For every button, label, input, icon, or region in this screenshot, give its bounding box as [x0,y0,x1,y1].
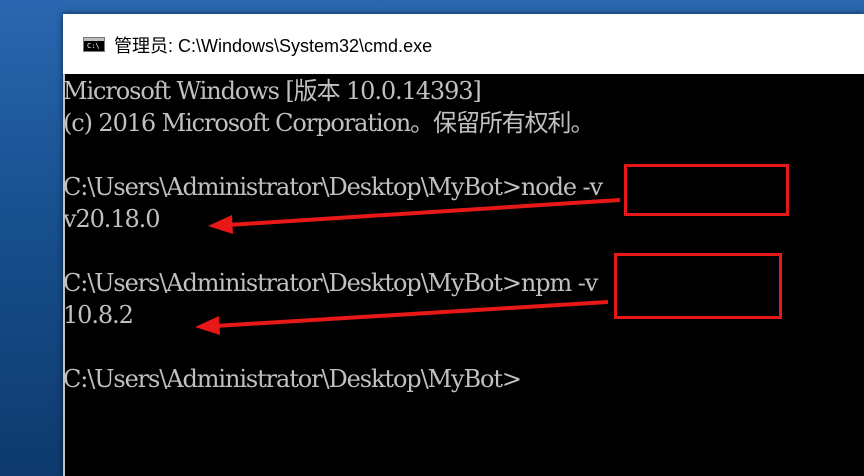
console-line-npm-output: 10.8.2 [63,301,134,329]
cmd-icon-text: C:\ [87,42,100,50]
console-line-copyright: (c) 2016 Microsoft Corporation。保留所有权利。 [63,109,594,137]
highlight-node-command [624,164,789,216]
highlight-npm-command [614,253,782,319]
cmd-icon: C:\ [83,37,105,52]
console-line-version: Microsoft Windows [版本 10.0.14393] [63,77,482,105]
console-line-npm-command: C:\Users\Administrator\Desktop\MyBot>npm… [63,269,598,297]
console-line-node-command: C:\Users\Administrator\Desktop\MyBot>nod… [63,173,603,201]
window-title: 管理员: C:\Windows\System32\cmd.exe [114,36,433,56]
title-bar[interactable]: C:\ 管理员: C:\Windows\System32\cmd.exe [63,14,864,74]
console-line-prompt[interactable]: C:\Users\Administrator\Desktop\MyBot> [63,364,522,394]
cmd-window[interactable]: C:\ 管理员: C:\Windows\System32\cmd.exe Mic… [63,14,864,476]
console-line-node-output: v20.18.0 [63,205,160,233]
